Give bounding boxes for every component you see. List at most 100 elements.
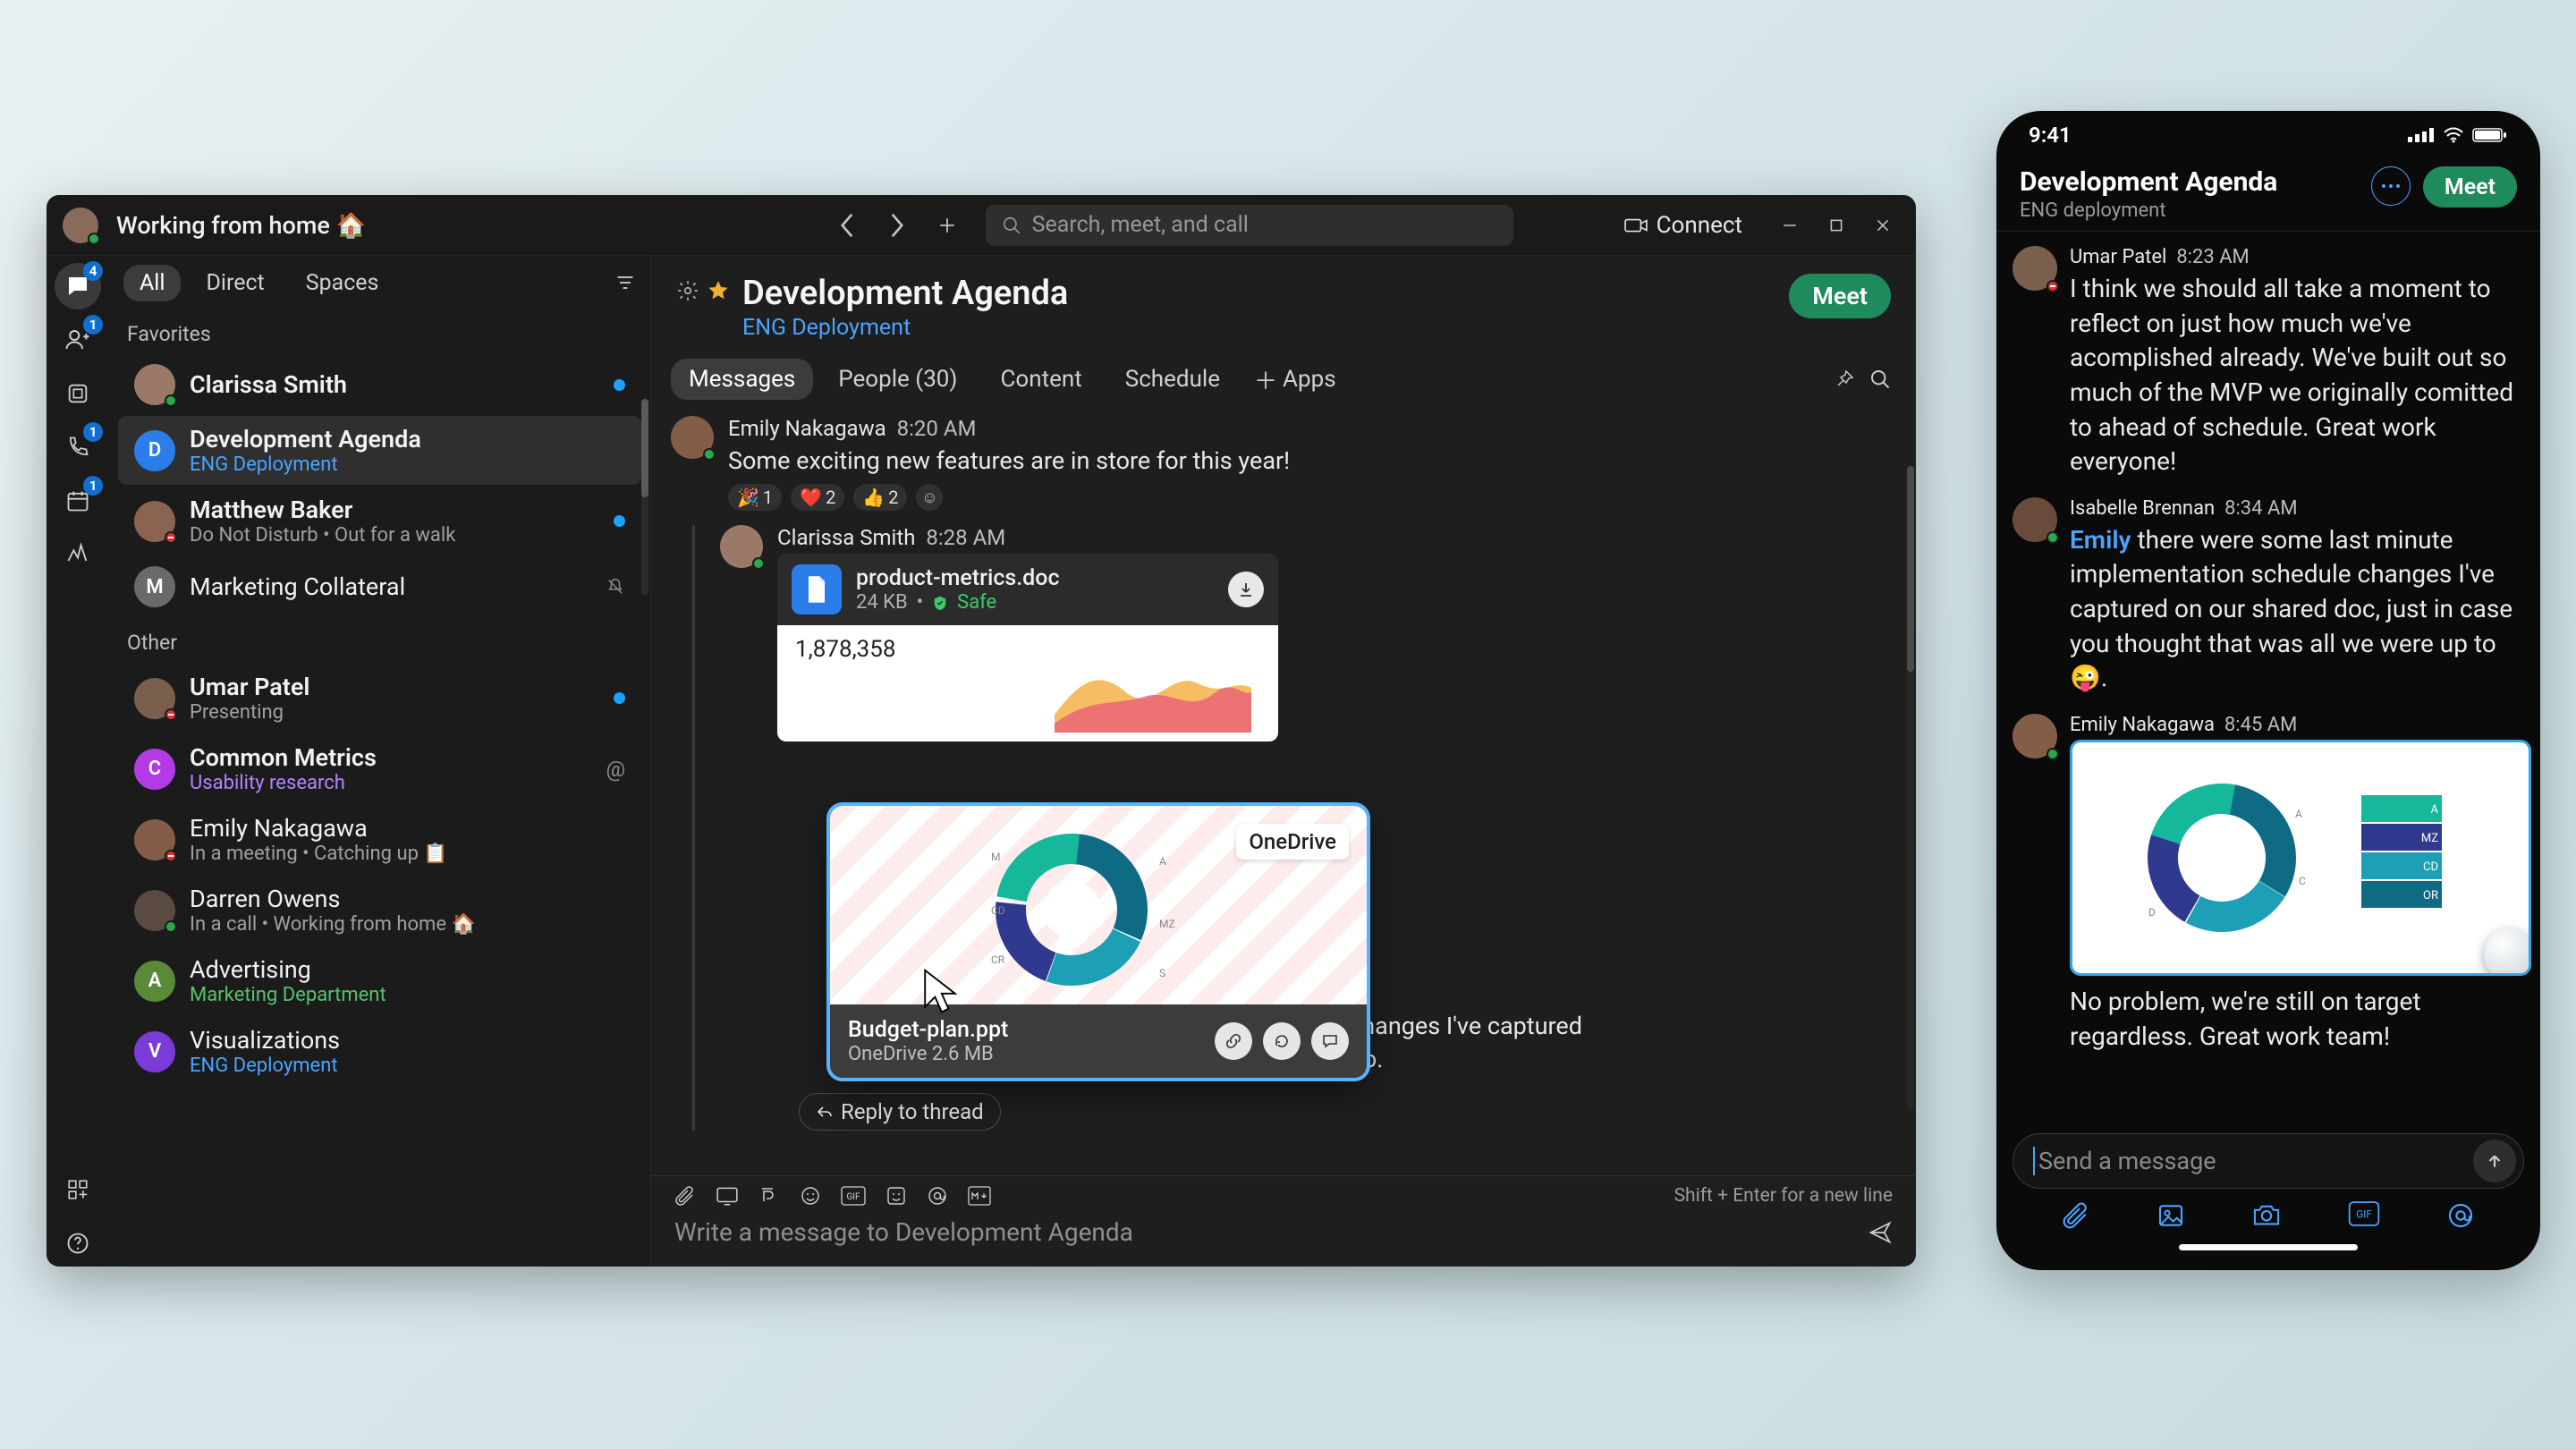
maximize-button[interactable] [1816, 205, 1857, 246]
user-avatar[interactable] [63, 208, 98, 243]
chat-subtitle: ENG Deployment [190, 1055, 625, 1077]
filter-direct[interactable]: Direct [190, 265, 280, 301]
gif-icon[interactable]: GIF [841, 1186, 866, 1206]
reaction[interactable]: ❤️2 [791, 484, 844, 511]
chat-item[interactable]: Clarissa Smith [118, 355, 641, 414]
chat-subtitle: Usability research [190, 772, 591, 794]
pin-icon[interactable] [1834, 369, 1855, 390]
sidebar-scrollbar[interactable] [641, 399, 648, 596]
mobile-image-icon[interactable] [2157, 1201, 2185, 1230]
rail-activity[interactable] [55, 531, 101, 578]
mobile-input[interactable]: Send a message [2012, 1133, 2524, 1189]
filter-spaces[interactable]: Spaces [290, 265, 395, 301]
home-indicator[interactable] [2179, 1244, 2358, 1250]
send-button[interactable] [1868, 1220, 1893, 1245]
emoji-icon[interactable] [800, 1185, 821, 1207]
chat-subtitle: Presenting [190, 701, 599, 724]
mobile-camera-icon[interactable] [2251, 1201, 2282, 1230]
chat-title: Advertising [190, 955, 625, 984]
chat-title: Clarissa Smith [190, 370, 599, 399]
rail-calls[interactable]: 1 [55, 424, 101, 470]
mobile-attach-icon[interactable] [2062, 1201, 2090, 1230]
mobile-more-button[interactable] [2371, 166, 2411, 206]
minimize-button[interactable] [1769, 205, 1810, 246]
favorite-star-icon[interactable] [707, 279, 730, 302]
nav-back[interactable] [828, 207, 866, 244]
mobile-expand-button[interactable] [2484, 928, 2531, 976]
svg-text:GIF: GIF [2356, 1208, 2372, 1221]
mobile-send-button[interactable] [2473, 1140, 2516, 1182]
mobile-mention-icon[interactable] [2446, 1201, 2475, 1230]
search-input[interactable]: Search, meet, and call [986, 205, 1513, 246]
chat-item[interactable]: MMarketing Collateral [118, 557, 641, 616]
messages-scrollbar[interactable] [1907, 466, 1914, 1110]
reply-to-thread-button[interactable]: Reply to thread [799, 1093, 1001, 1131]
new-button[interactable] [928, 207, 966, 244]
file-attachment[interactable]: product-metrics.doc 24 KB• Safe [777, 554, 1278, 625]
message-time: 8:20 AM [897, 416, 977, 441]
screen-capture-icon[interactable] [716, 1185, 739, 1207]
add-reaction-button[interactable]: ☺ [916, 484, 943, 511]
mention-icon[interactable] [927, 1185, 948, 1207]
chat-avatar [134, 364, 175, 405]
tab-messages[interactable]: Messages [671, 359, 813, 400]
tab-content[interactable]: Content [982, 359, 1099, 400]
mobile-avatar[interactable] [2012, 246, 2057, 291]
mobile-gif-icon[interactable]: GIF [2348, 1201, 2380, 1230]
filter-all[interactable]: All [123, 265, 181, 301]
message-list[interactable]: Emily Nakagawa 8:20 AM Some exciting new… [651, 412, 1916, 1175]
chat-list[interactable]: Clarissa Smith DDevelopment AgendaENG Dep… [109, 353, 650, 1267]
share-comment-button[interactable] [1311, 1022, 1349, 1060]
rail-teams[interactable] [55, 370, 101, 417]
tab-add-apps[interactable]: ＋ Apps [1254, 363, 1336, 396]
file-preview[interactable]: 1,878,358 [777, 625, 1278, 741]
tab-schedule[interactable]: Schedule [1107, 359, 1238, 400]
settings-icon[interactable] [676, 279, 699, 302]
download-button[interactable] [1228, 572, 1264, 607]
meet-button[interactable]: Meet [1789, 274, 1891, 318]
format-icon[interactable] [758, 1185, 780, 1207]
legend-icon: A MZ CD OR [2352, 768, 2460, 947]
mobile-chart-card[interactable]: ACD A MZ CD OR [2070, 740, 2531, 976]
connect-button[interactable]: Connect [1624, 212, 1742, 239]
chat-item[interactable]: Matthew BakerDo Not Disturb • Out for a … [118, 487, 641, 555]
tab-people[interactable]: People (30) [820, 359, 975, 400]
rail-calendar[interactable]: 1 [55, 478, 101, 524]
nav-forward[interactable] [878, 207, 916, 244]
rail-help[interactable] [55, 1220, 101, 1267]
attach-icon[interactable] [674, 1185, 696, 1207]
conversation-subtitle[interactable]: ENG Deployment [742, 315, 1068, 341]
share-provider-label: OneDrive [1236, 824, 1349, 860]
share-copy-link-button[interactable] [1215, 1022, 1252, 1060]
unread-indicator [614, 515, 625, 527]
close-button[interactable] [1862, 205, 1903, 246]
message-avatar[interactable] [720, 525, 763, 568]
mobile-meet-button[interactable]: Meet [2423, 166, 2517, 208]
rail-apps[interactable] [55, 1166, 101, 1213]
search-in-conv-icon[interactable] [1869, 369, 1891, 390]
chat-item[interactable]: CCommon MetricsUsability research@ [118, 734, 641, 803]
filter-icon[interactable] [614, 272, 636, 293]
markdown-icon[interactable] [968, 1186, 991, 1206]
rail-messages[interactable]: 4 [55, 263, 101, 309]
chat-item[interactable]: AAdvertisingMarketing Department [118, 946, 641, 1015]
mobile-message-list[interactable]: Umar Patel 8:23 AM I think we should all… [1996, 232, 2540, 1128]
mobile-avatar[interactable] [2012, 497, 2057, 542]
file-safe-label: Safe [957, 591, 996, 614]
share-refresh-button[interactable] [1263, 1022, 1301, 1060]
chat-item[interactable]: Umar PatelPresenting [118, 664, 641, 733]
share-drag-card[interactable]: OneDrive MCDCR AMZS [830, 806, 1367, 1078]
reaction[interactable]: 👍2 [853, 484, 907, 511]
bitmoji-icon[interactable] [886, 1185, 907, 1207]
message-avatar[interactable] [671, 416, 714, 459]
rail-contacts[interactable]: 1 [55, 317, 101, 363]
chat-item[interactable]: VVisualizationsENG Deployment [118, 1017, 641, 1086]
chat-item[interactable]: DDevelopment AgendaENG Deployment [118, 416, 641, 485]
chat-item[interactable]: Emily NakagawaIn a meeting • Catching up… [118, 805, 641, 874]
composer-input[interactable]: Write a message to Development Agenda [674, 1217, 1868, 1247]
chat-item[interactable]: Darren OwensIn a call • Working from hom… [118, 876, 641, 945]
mobile-avatar[interactable] [2012, 714, 2057, 758]
reaction[interactable]: 🎉1 [728, 484, 782, 511]
user-status[interactable]: Working from home 🏠 [116, 211, 366, 240]
rail-badge-contacts: 1 [83, 315, 103, 335]
